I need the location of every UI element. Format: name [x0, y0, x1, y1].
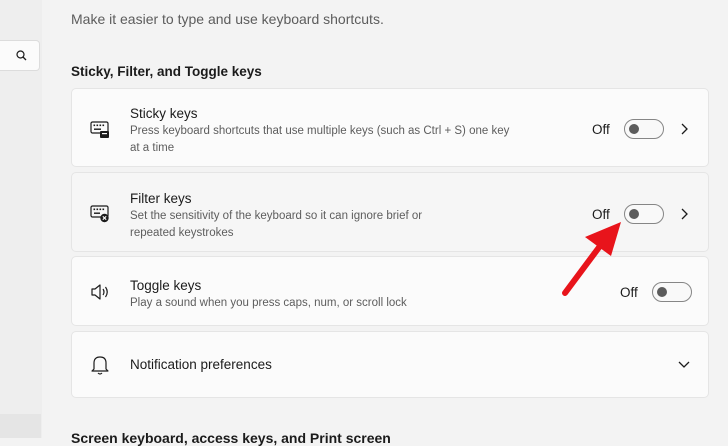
filter-keys-description: Set the sensitivity of the keyboard so i… — [130, 210, 423, 239]
page-subtitle: Make it easier to type and use keyboard … — [71, 11, 384, 27]
notification-preferences-card[interactable]: Notification preferences — [71, 331, 709, 398]
chevron-down-icon[interactable] — [678, 360, 690, 368]
chevron-right-icon[interactable] — [680, 208, 688, 220]
sticky-keys-description: Press keyboard shortcuts that use multip… — [130, 125, 510, 154]
filter-keys-icon — [90, 205, 109, 223]
next-section-title: Screen keyboard, access keys, and Print … — [71, 430, 391, 446]
sticky-keys-toggle-state: Off — [592, 122, 610, 137]
speaker-icon — [91, 284, 108, 300]
filter-keys-title: Filter keys — [130, 191, 192, 206]
chevron-right-icon[interactable] — [680, 123, 688, 135]
notification-preferences-title: Notification preferences — [130, 357, 272, 372]
toggle-keys-description: Play a sound when you press caps, num, o… — [130, 297, 407, 309]
toggle-keys-title: Toggle keys — [130, 278, 202, 293]
sticky-keys-card[interactable]: Sticky keys Press keyboard shortcuts tha… — [71, 88, 709, 167]
annotation-arrow-icon — [562, 222, 621, 296]
toggle-knob — [657, 287, 667, 297]
bell-icon — [91, 356, 109, 375]
filter-keys-toggle[interactable] — [624, 204, 664, 224]
sticky-keys-title: Sticky keys — [130, 106, 198, 121]
toggle-knob — [629, 209, 639, 219]
toggle-keys-toggle[interactable] — [652, 282, 692, 302]
sticky-keys-toggle[interactable] — [624, 119, 664, 139]
sticky-keys-icon — [90, 121, 109, 138]
toggle-knob — [629, 124, 639, 134]
nav-item-selected[interactable] — [0, 414, 41, 438]
search-box[interactable] — [0, 40, 40, 71]
search-icon — [16, 50, 27, 61]
section-title: Sticky, Filter, and Toggle keys — [71, 64, 262, 79]
